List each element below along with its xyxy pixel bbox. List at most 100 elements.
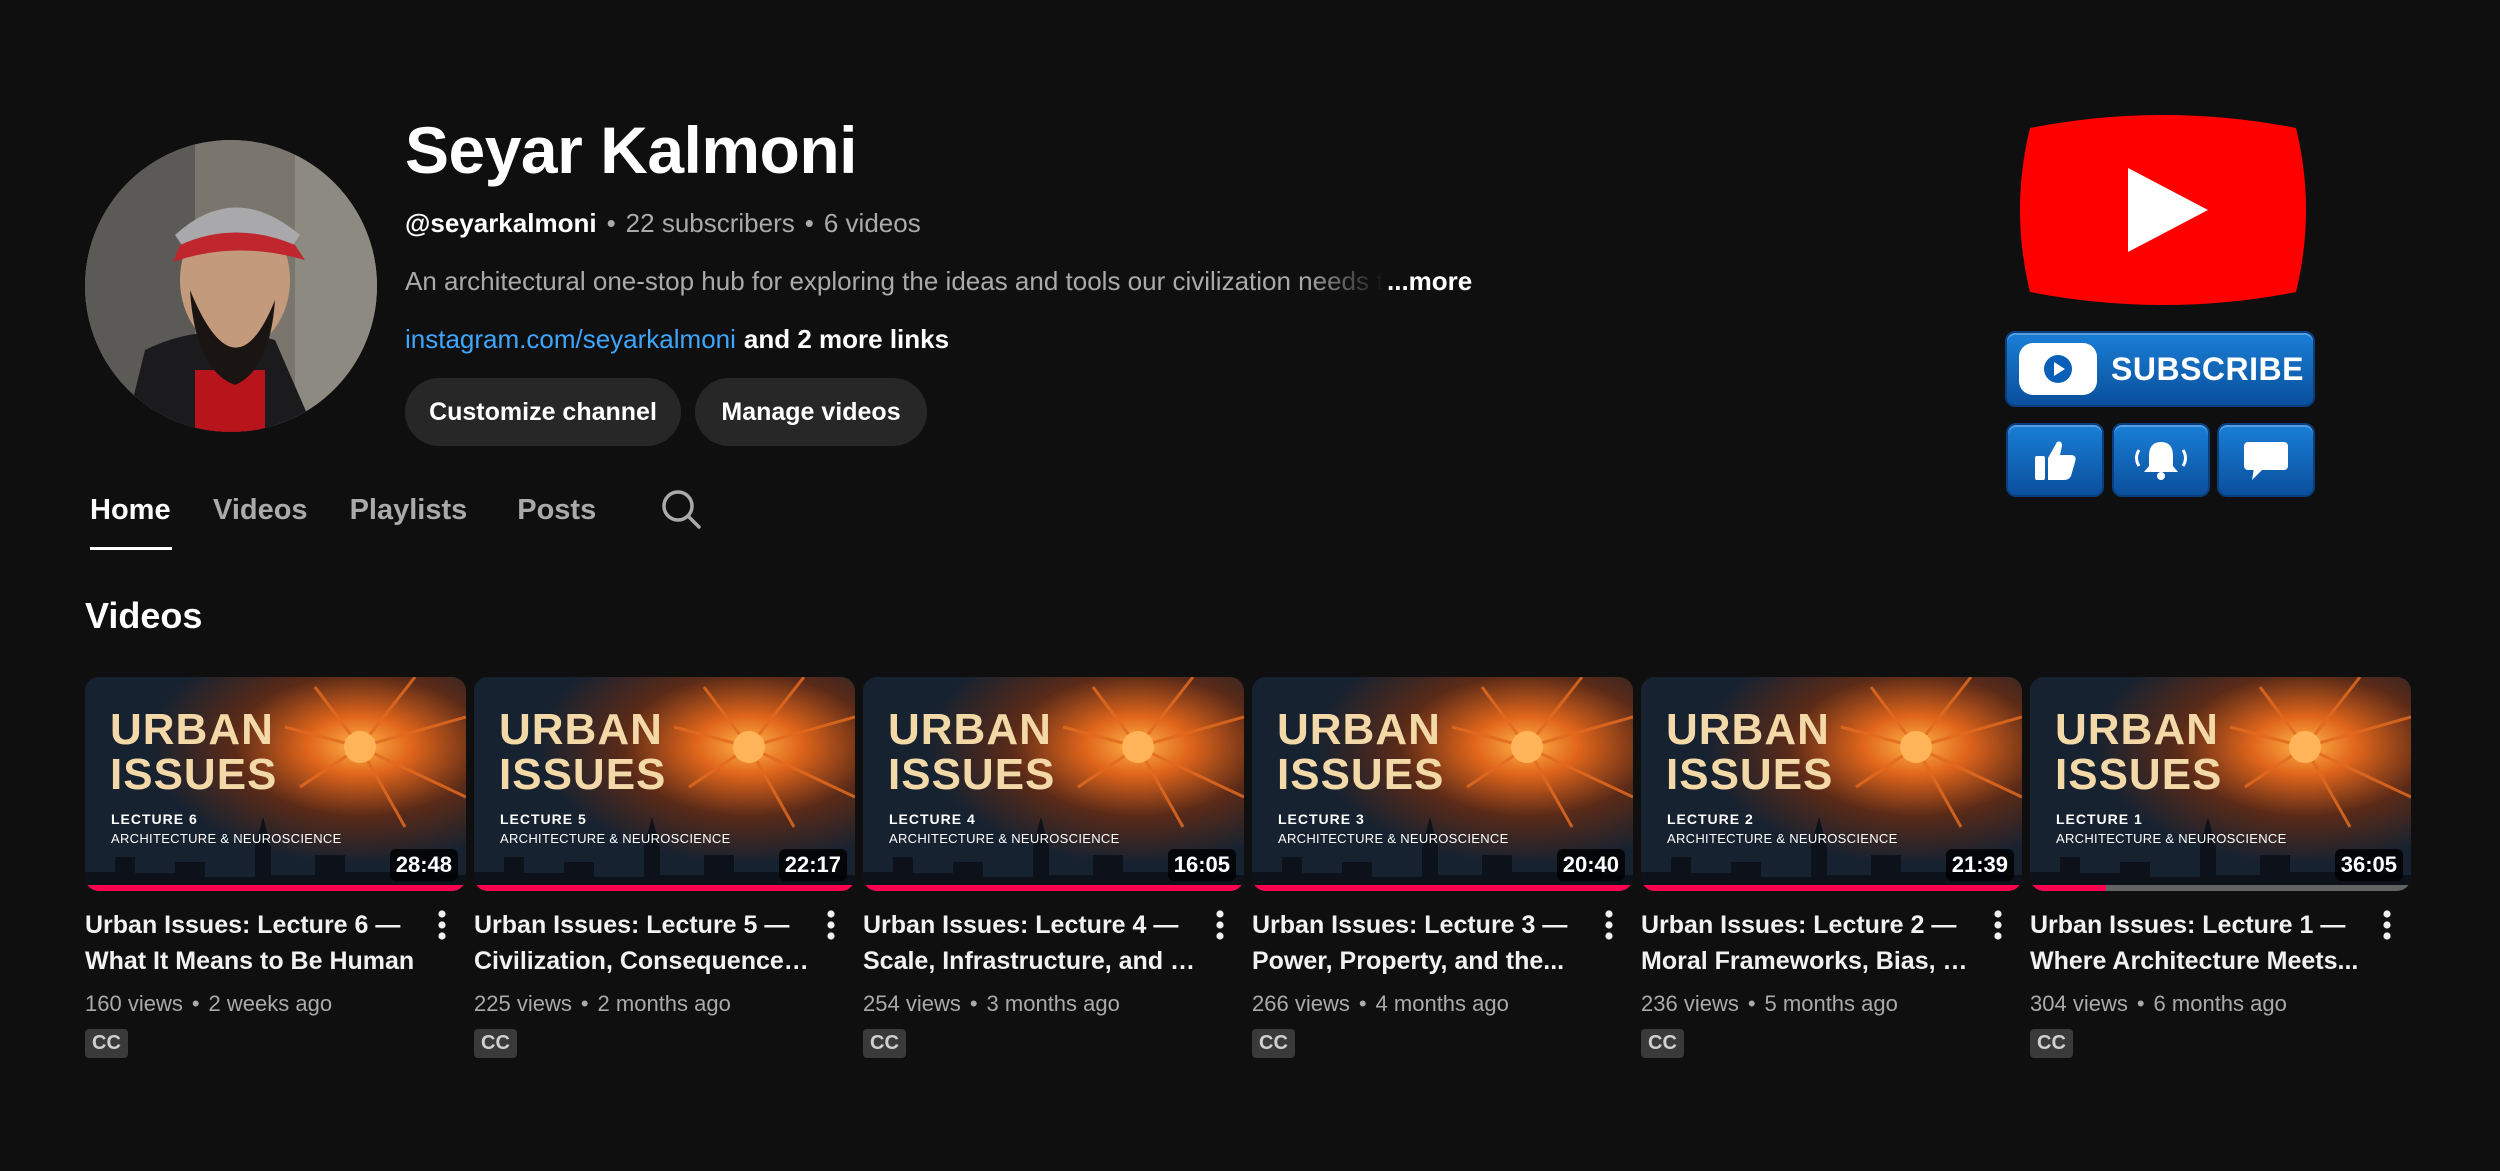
video-title[interactable]: Urban Issues: Lecture 5 — Civilization, … xyxy=(474,907,809,979)
speech-bubble-icon xyxy=(2244,442,2288,480)
video-title[interactable]: Urban Issues: Lecture 2 — Moral Framewor… xyxy=(1641,907,1976,979)
view-count: 254 views xyxy=(863,991,961,1016)
video-title-line2: Scale, Infrastructure, and th... xyxy=(863,947,1198,975)
video-stats: 254 views • 3 months ago xyxy=(863,991,1244,1017)
video-thumbnail[interactable]: URBAN ISSUES LECTURE 5 ARCHITECTURE & NE… xyxy=(474,677,855,891)
video-duration: 36:05 xyxy=(2334,849,2403,881)
tab-posts[interactable]: Posts xyxy=(517,490,596,550)
subscribe-button[interactable]: SUBSCRIBE xyxy=(2005,331,2315,407)
thumbnail-title: URBAN ISSUES xyxy=(888,705,1056,799)
thumbnail-subtitle: ARCHITECTURE & NEUROSCIENCE xyxy=(111,831,342,846)
separator-dot: • xyxy=(580,991,589,1016)
tab-videos[interactable]: Videos xyxy=(213,490,308,550)
video-title-line1: Urban Issues: Lecture 2 — xyxy=(1641,911,1957,939)
video-thumbnail[interactable]: URBAN ISSUES LECTURE 3 ARCHITECTURE & NE… xyxy=(1252,677,1633,891)
customize-channel-button[interactable]: Customize channel xyxy=(405,378,681,446)
watch-progress-track xyxy=(2030,885,2411,891)
channel-tabs: Home Videos Playlists Posts xyxy=(85,490,702,550)
video-title-line2: Civilization, Consequence,... xyxy=(474,947,809,975)
subscriber-count: 22 subscribers xyxy=(625,208,795,238)
thumbnail-title: URBAN ISSUES xyxy=(2055,705,2223,799)
channel-avatar[interactable] xyxy=(85,140,377,432)
video-stats: 225 views • 2 months ago xyxy=(474,991,855,1017)
video-card: URBAN ISSUES LECTURE 1 ARCHITECTURE & NE… xyxy=(2030,677,2411,1058)
video-count: 6 videos xyxy=(823,208,921,238)
video-title-line1: Urban Issues: Lecture 6 — xyxy=(85,911,401,939)
thumbnail-title: URBAN ISSUES xyxy=(1666,705,1834,799)
video-options-button[interactable] xyxy=(819,907,843,943)
comment-button[interactable] xyxy=(2217,423,2315,497)
thumbnail-subtitle: ARCHITECTURE & NEUROSCIENCE xyxy=(2056,831,2287,846)
video-duration: 22:17 xyxy=(778,849,847,881)
video-thumbnail[interactable]: URBAN ISSUES LECTURE 6 ARCHITECTURE & NE… xyxy=(85,677,466,891)
watch-progress-track xyxy=(1252,885,1633,891)
thumbnail-lecture-label: LECTURE 5 xyxy=(500,811,587,827)
video-thumbnail[interactable]: URBAN ISSUES LECTURE 4 ARCHITECTURE & NE… xyxy=(863,677,1244,891)
view-count: 266 views xyxy=(1252,991,1350,1016)
play-icon xyxy=(2019,343,2097,395)
upload-age: 4 months ago xyxy=(1375,991,1509,1016)
separator-dot: • xyxy=(804,208,814,238)
separator-dot: • xyxy=(191,991,200,1016)
thumbnail-subtitle: ARCHITECTURE & NEUROSCIENCE xyxy=(1278,831,1509,846)
thumbnail-title: URBAN ISSUES xyxy=(499,705,667,799)
more-vert-icon xyxy=(2383,910,2391,940)
thumbnail-title: URBAN ISSUES xyxy=(110,705,278,799)
more-vert-icon xyxy=(1216,910,1224,940)
thumbnail-lecture-label: LECTURE 4 xyxy=(889,811,976,827)
channel-handle: @seyarkalmoni xyxy=(405,208,597,238)
video-title[interactable]: Urban Issues: Lecture 6 — What It Means … xyxy=(85,907,420,979)
thumbnail-lecture-label: LECTURE 3 xyxy=(1278,811,1365,827)
like-button[interactable] xyxy=(2006,423,2104,497)
video-card: URBAN ISSUES LECTURE 2 ARCHITECTURE & NE… xyxy=(1641,677,2022,1058)
video-thumbnail[interactable]: URBAN ISSUES LECTURE 2 ARCHITECTURE & NE… xyxy=(1641,677,2022,891)
channel-description: An architectural one-stop hub for explor… xyxy=(405,266,1505,297)
video-duration: 16:05 xyxy=(1167,849,1236,881)
search-button[interactable] xyxy=(660,488,702,535)
watch-progress-track xyxy=(863,885,1244,891)
video-title-line2: Power, Property, and the... xyxy=(1252,947,1565,975)
separator-dot: • xyxy=(606,208,616,238)
video-title-line1: Urban Issues: Lecture 3 — xyxy=(1252,911,1568,939)
manage-videos-button[interactable]: Manage videos xyxy=(695,378,927,446)
tab-home[interactable]: Home xyxy=(90,490,172,550)
tab-playlists[interactable]: Playlists xyxy=(350,490,468,550)
cc-badge: CC xyxy=(474,1029,517,1058)
video-options-button[interactable] xyxy=(1597,907,1621,943)
cc-badge: CC xyxy=(85,1029,128,1058)
separator-dot: • xyxy=(1747,991,1756,1016)
description-more-link[interactable]: ...more xyxy=(1387,266,1472,297)
video-options-button[interactable] xyxy=(2375,907,2399,943)
video-title-line2: Where Architecture Meets... xyxy=(2030,947,2359,975)
video-card: URBAN ISSUES LECTURE 6 ARCHITECTURE & NE… xyxy=(85,677,466,1058)
video-options-button[interactable] xyxy=(430,907,454,943)
thumbnail-lecture-label: LECTURE 1 xyxy=(2056,811,2143,827)
cc-badge: CC xyxy=(1641,1029,1684,1058)
watch-progress-fill xyxy=(2030,885,2107,891)
notification-bell-button[interactable] xyxy=(2112,423,2210,497)
bell-icon xyxy=(2135,442,2187,480)
thumbs-up-icon xyxy=(2035,441,2076,480)
video-title[interactable]: Urban Issues: Lecture 4 — Scale, Infrast… xyxy=(863,907,1198,979)
thumbnail-title: URBAN ISSUES xyxy=(1277,705,1445,799)
video-title[interactable]: Urban Issues: Lecture 1 — Where Architec… xyxy=(2030,907,2365,979)
video-options-button[interactable] xyxy=(1208,907,1232,943)
cc-badge: CC xyxy=(1252,1029,1295,1058)
watch-progress-track xyxy=(85,885,466,891)
more-links-button[interactable]: and 2 more links xyxy=(744,324,949,355)
video-title-line1: Urban Issues: Lecture 1 — xyxy=(2030,911,2346,939)
video-card: URBAN ISSUES LECTURE 5 ARCHITECTURE & NE… xyxy=(474,677,855,1058)
video-title[interactable]: Urban Issues: Lecture 3 — Power, Propert… xyxy=(1252,907,1587,979)
upload-age: 2 weeks ago xyxy=(208,991,333,1016)
video-thumbnail[interactable]: URBAN ISSUES LECTURE 1 ARCHITECTURE & NE… xyxy=(2030,677,2411,891)
thumbnail-lecture-label: LECTURE 6 xyxy=(111,811,198,827)
video-options-button[interactable] xyxy=(1986,907,2010,943)
video-stats: 304 views • 6 months ago xyxy=(2030,991,2411,1017)
watch-progress-fill xyxy=(474,885,855,891)
more-vert-icon xyxy=(1605,910,1613,940)
thumbnail-subtitle: ARCHITECTURE & NEUROSCIENCE xyxy=(889,831,1120,846)
cc-badge: CC xyxy=(863,1029,906,1058)
instagram-link[interactable]: instagram.com/seyarkalmoni xyxy=(405,324,736,355)
view-count: 160 views xyxy=(85,991,183,1016)
description-text: An architectural one-stop hub for explor… xyxy=(405,266,1385,296)
